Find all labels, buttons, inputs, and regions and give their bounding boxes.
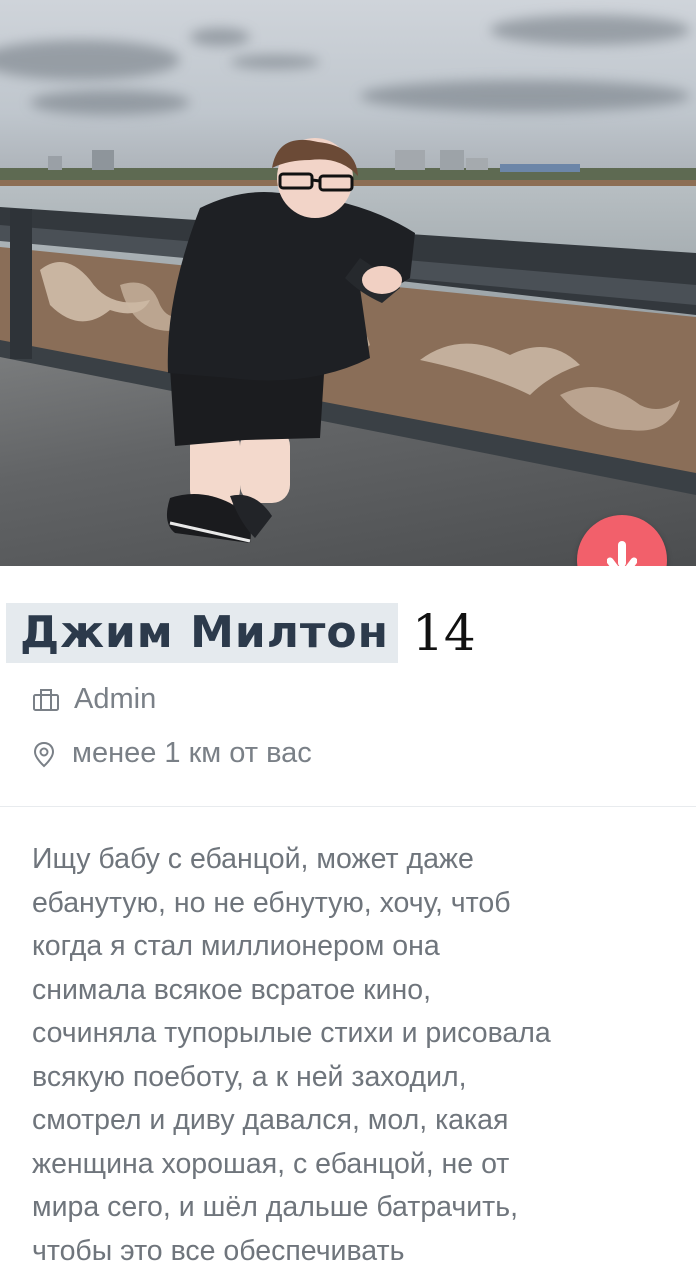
profile-bio: Ищу бабу с ебанцой, может даже ебанутую,… [32,843,551,1267]
arrow-down-icon [607,541,637,566]
job-line: Admin [32,683,156,716]
location-pin-icon [33,741,55,767]
profile-age: 14 [412,604,476,662]
profile-photo[interactable] [0,0,696,566]
name-row: Джим Милтон 14 [6,602,476,664]
section-divider [0,806,696,807]
distance-line: менее 1 км от вас [30,737,312,770]
profile-name: Джим Милтон [6,603,399,663]
profile-distance: менее 1 км от вас [72,737,312,769]
briefcase-icon [33,688,59,711]
profile-job: Admin [74,683,157,715]
person-figure [166,138,415,543]
